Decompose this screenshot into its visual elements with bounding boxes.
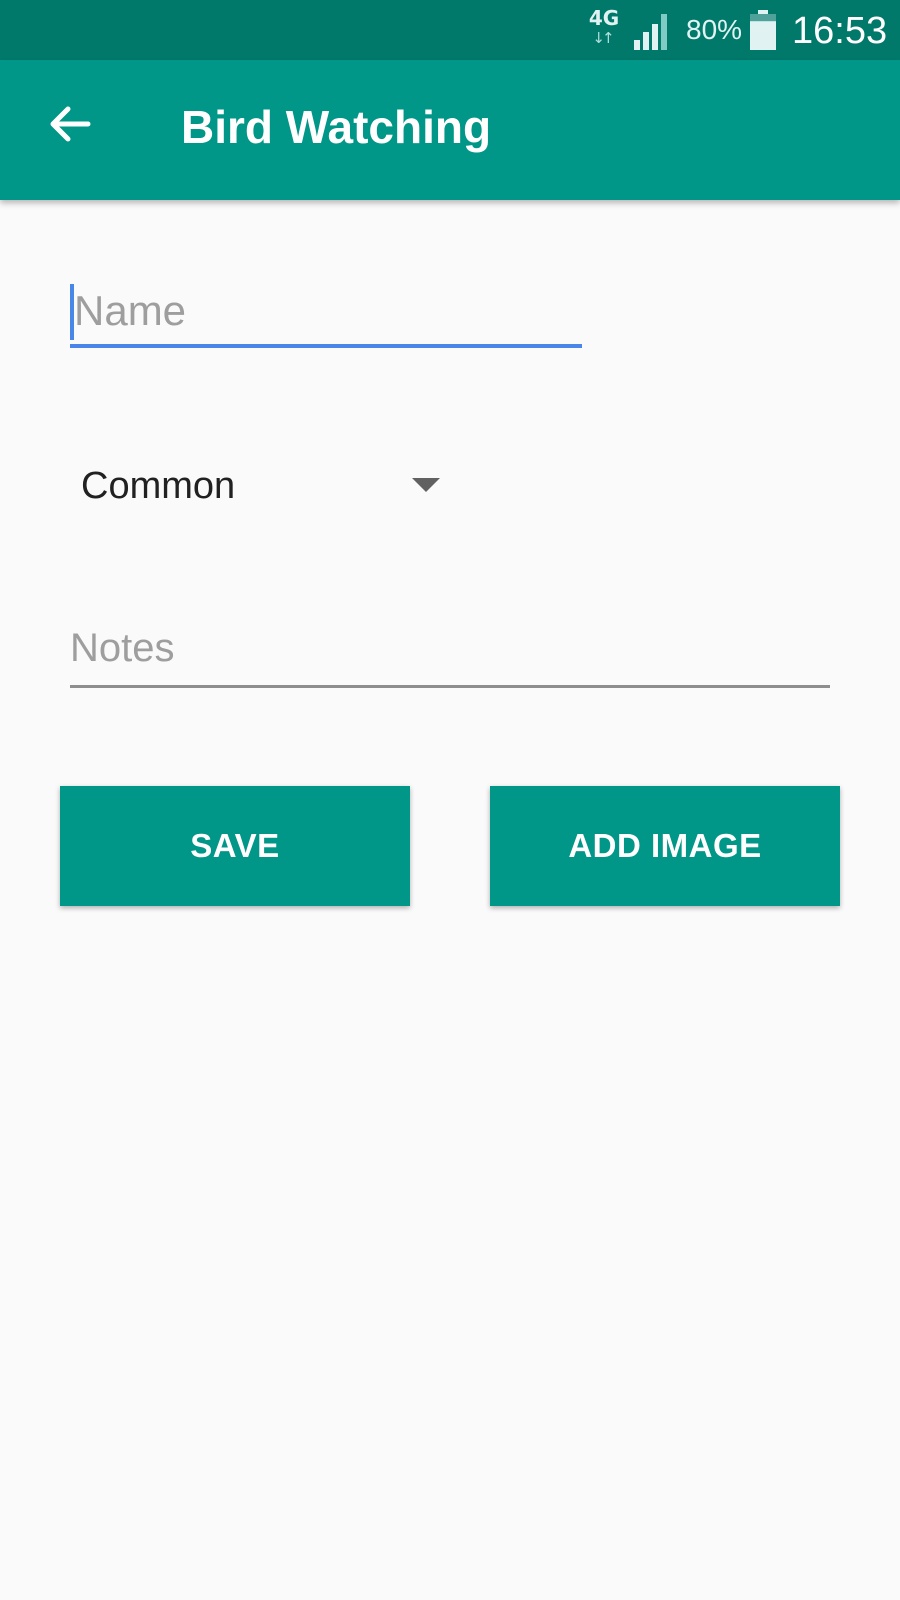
arrow-left-icon	[50, 106, 91, 142]
add-image-button[interactable]: ADD IMAGE	[490, 786, 840, 906]
data-activity-icon: ↓↑	[592, 29, 614, 47]
dropdown-arrow-icon	[412, 478, 440, 492]
back-button[interactable]	[34, 88, 106, 160]
battery-icon	[750, 10, 776, 50]
category-selected-value: Common	[81, 465, 236, 507]
battery-percent: 80%	[686, 14, 743, 45]
category-dropdown[interactable]: Common	[70, 450, 450, 520]
network-type: 4G	[588, 6, 620, 30]
notes-field[interactable]	[70, 612, 830, 688]
text-cursor	[70, 284, 74, 340]
page-title: Bird Watching	[181, 101, 492, 153]
name-input[interactable]	[70, 278, 582, 348]
status-bar: 4G ↓↑ 80% 16:53	[0, 0, 900, 60]
app-bar: Bird Watching	[0, 60, 900, 200]
signal-icon	[634, 14, 667, 50]
name-field[interactable]	[70, 278, 582, 354]
notes-input[interactable]	[70, 612, 830, 688]
save-button[interactable]: SAVE	[60, 786, 410, 906]
status-time: 16:53	[792, 10, 888, 52]
